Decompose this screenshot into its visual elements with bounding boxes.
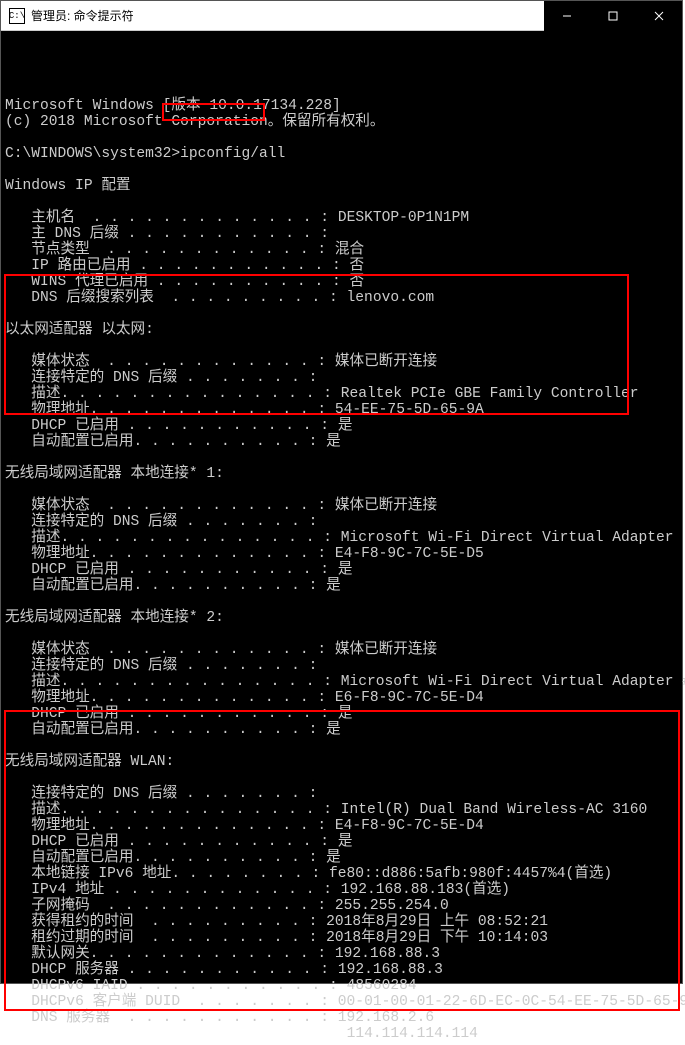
field-value: 是: [338, 418, 353, 434]
field-value: 是: [326, 434, 341, 450]
field-label: DHCP 已启用: [31, 562, 119, 578]
field-value: 114.114.114.114: [347, 1026, 478, 1042]
field-value: 否: [349, 258, 364, 274]
field-value: 是: [338, 562, 353, 578]
titlebar[interactable]: C:\ 管理员: 命令提示符: [1, 1, 682, 31]
prompt: C:\WINDOWS\system32>: [5, 146, 180, 162]
highlight-command: [162, 103, 265, 121]
command-text: ipconfig/all: [180, 146, 285, 162]
field-value: 192.168.2.6: [338, 1010, 434, 1026]
adapter-title: 无线局域网适配器 本地连接* 1:: [5, 466, 224, 482]
maximize-button[interactable]: [590, 1, 636, 31]
field-value: 混合: [335, 242, 364, 258]
highlight-wlan: [4, 710, 680, 1011]
field-value: 媒体已断开连接: [335, 642, 437, 658]
minimize-button[interactable]: [544, 1, 590, 31]
field-label: 物理地址: [31, 546, 89, 562]
field-value: Microsoft Wi-Fi Direct Virtual Adapter #…: [341, 674, 685, 690]
field-label: 自动配置已启用: [31, 434, 133, 450]
terminal-output[interactable]: Microsoft Windows [版本 10.0.17134.228] (c…: [1, 31, 682, 1045]
field-label: IP 路由已启用: [31, 258, 130, 274]
section-title: Windows IP 配置: [5, 178, 131, 194]
close-button[interactable]: [636, 1, 682, 31]
field-value: 媒体已断开连接: [335, 498, 437, 514]
field-label: 物理地址: [31, 690, 89, 706]
window-controls: [544, 1, 682, 31]
cmd-window: C:\ 管理员: 命令提示符 Microsoft Windows [版本 10.…: [0, 0, 683, 984]
adapter-title: 无线局域网适配器 本地连接* 2:: [5, 610, 224, 626]
field-label: 主 DNS 后缀: [31, 226, 119, 242]
field-value: E6-F8-9C-7C-5E-D4: [335, 690, 484, 706]
field-value: 是: [326, 578, 341, 594]
field-value: Microsoft Wi-Fi Direct Virtual Adapter: [341, 530, 674, 546]
field-label: 节点类型: [31, 242, 89, 258]
field-value: E4-F8-9C-7C-5E-D5: [335, 546, 484, 562]
field-label: DNS 服务器: [31, 1010, 110, 1026]
field-label: 连接特定的 DNS 后缀: [31, 658, 177, 674]
field-label: DHCP 已启用: [31, 418, 119, 434]
highlight-ethernet: [4, 274, 629, 415]
field-label: 描述: [31, 530, 60, 546]
cmd-icon: C:\: [9, 8, 25, 24]
window-title: 管理员: 命令提示符: [31, 7, 134, 24]
field-label: 媒体状态: [31, 498, 89, 514]
field-label: 主机名: [31, 210, 75, 226]
field-label: 媒体状态: [31, 642, 89, 658]
field-label: 自动配置已启用: [31, 578, 133, 594]
field-value: DESKTOP-0P1N1PM: [338, 210, 469, 226]
field-label: 连接特定的 DNS 后缀: [31, 514, 177, 530]
field-label: 描述: [31, 674, 60, 690]
